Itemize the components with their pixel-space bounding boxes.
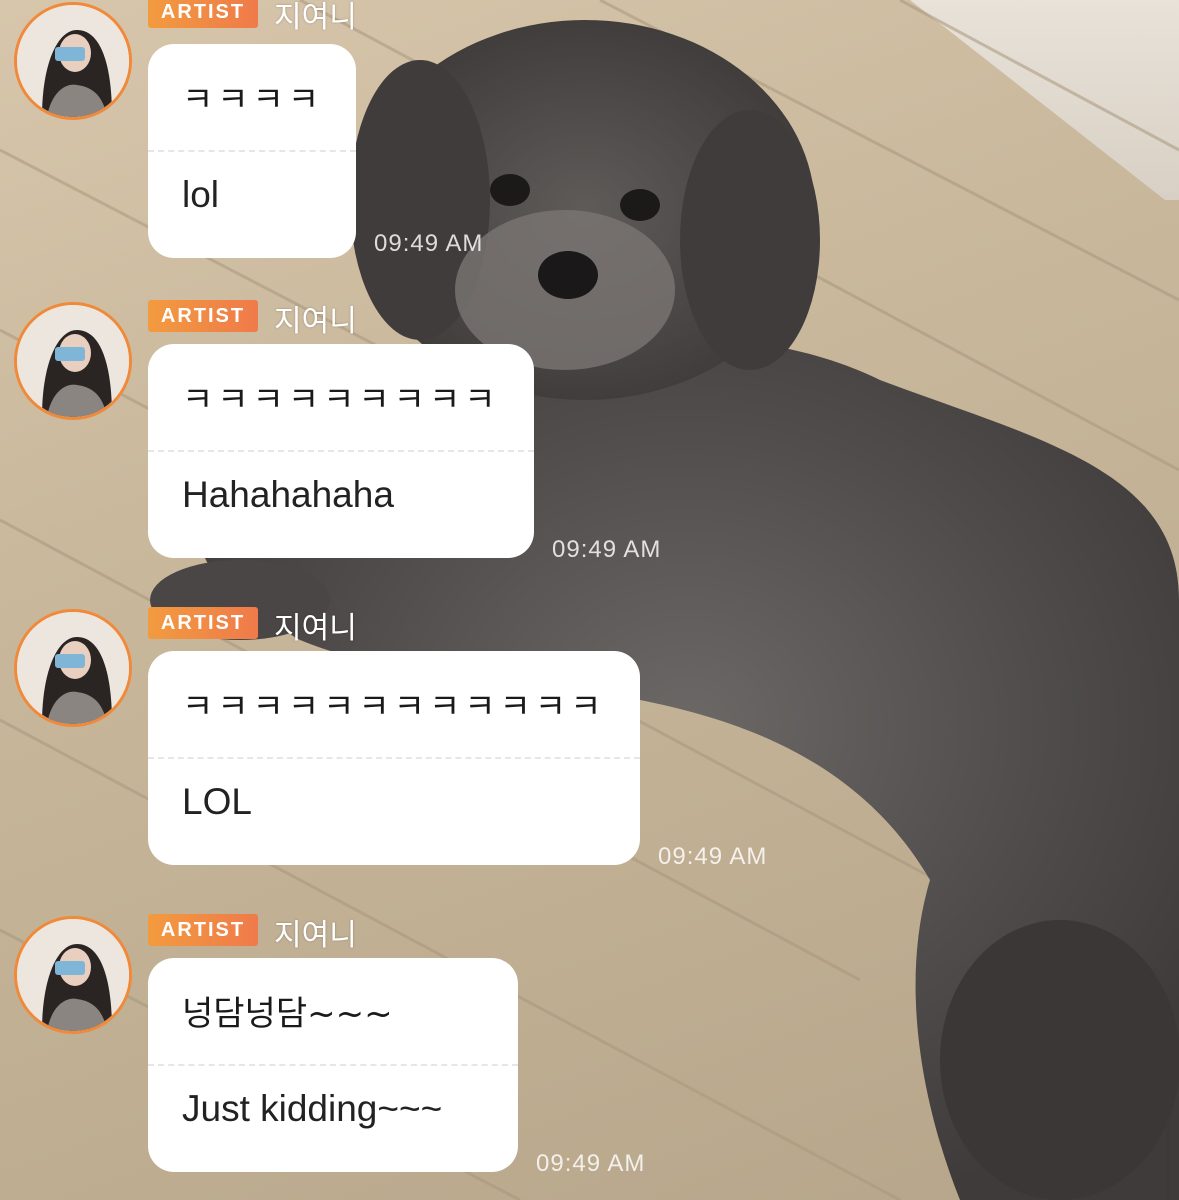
translation-divider bbox=[148, 757, 640, 759]
original-text: ㅋㅋㅋㅋㅋㅋㅋㅋㅋ bbox=[182, 380, 500, 420]
profile-photo-icon bbox=[17, 612, 129, 724]
artist-avatar[interactable] bbox=[14, 2, 132, 120]
translated-text: Just kidding~~~ bbox=[182, 1088, 443, 1129]
message-bubble[interactable]: 넝담넝담~~~ Just kidding~~~ bbox=[148, 958, 518, 1172]
artist-avatar[interactable] bbox=[14, 916, 132, 1034]
message-bubble[interactable]: ㅋㅋㅋㅋㅋㅋㅋㅋㅋ Hahahahaha bbox=[148, 344, 534, 558]
profile-photo-icon bbox=[17, 919, 129, 1031]
message-timestamp: 09:49 AM bbox=[552, 536, 662, 563]
message-timestamp: 09:49 AM bbox=[536, 1150, 646, 1177]
original-text: ㅋㅋㅋㅋ bbox=[182, 80, 324, 120]
message-timestamp: 09:49 AM bbox=[658, 843, 768, 870]
sender-name[interactable]: 지여니 bbox=[274, 0, 357, 36]
translated-text: lol bbox=[182, 174, 220, 215]
message-bubble[interactable]: ㅋㅋㅋㅋㅋㅋㅋㅋㅋㅋㅋㅋ LOL bbox=[148, 651, 640, 865]
artist-badge: ARTIST bbox=[148, 300, 258, 332]
original-text: ㅋㅋㅋㅋㅋㅋㅋㅋㅋㅋㅋㅋ bbox=[182, 687, 606, 727]
translation-divider bbox=[148, 1064, 518, 1066]
sender-name[interactable]: 지여니 bbox=[274, 296, 357, 340]
artist-avatar[interactable] bbox=[14, 302, 132, 420]
translation-divider bbox=[148, 150, 356, 152]
original-text: 넝담넝담~~~ bbox=[182, 994, 393, 1034]
sender-name[interactable]: 지여니 bbox=[274, 910, 357, 954]
artist-badge: ARTIST bbox=[148, 0, 258, 28]
sender-name[interactable]: 지여니 bbox=[274, 603, 357, 647]
scrollbar[interactable] bbox=[1166, 1120, 1170, 1200]
artist-badge: ARTIST bbox=[148, 607, 258, 639]
artist-badge: ARTIST bbox=[148, 914, 258, 946]
translated-text: Hahahahaha bbox=[182, 474, 394, 515]
translation-divider bbox=[148, 450, 534, 452]
translated-text: LOL bbox=[182, 781, 252, 822]
profile-photo-icon bbox=[17, 5, 129, 117]
message-bubble[interactable]: ㅋㅋㅋㅋ lol bbox=[148, 44, 356, 258]
artist-avatar[interactable] bbox=[14, 609, 132, 727]
message-timestamp: 09:49 AM bbox=[374, 230, 484, 257]
profile-photo-icon bbox=[17, 305, 129, 417]
